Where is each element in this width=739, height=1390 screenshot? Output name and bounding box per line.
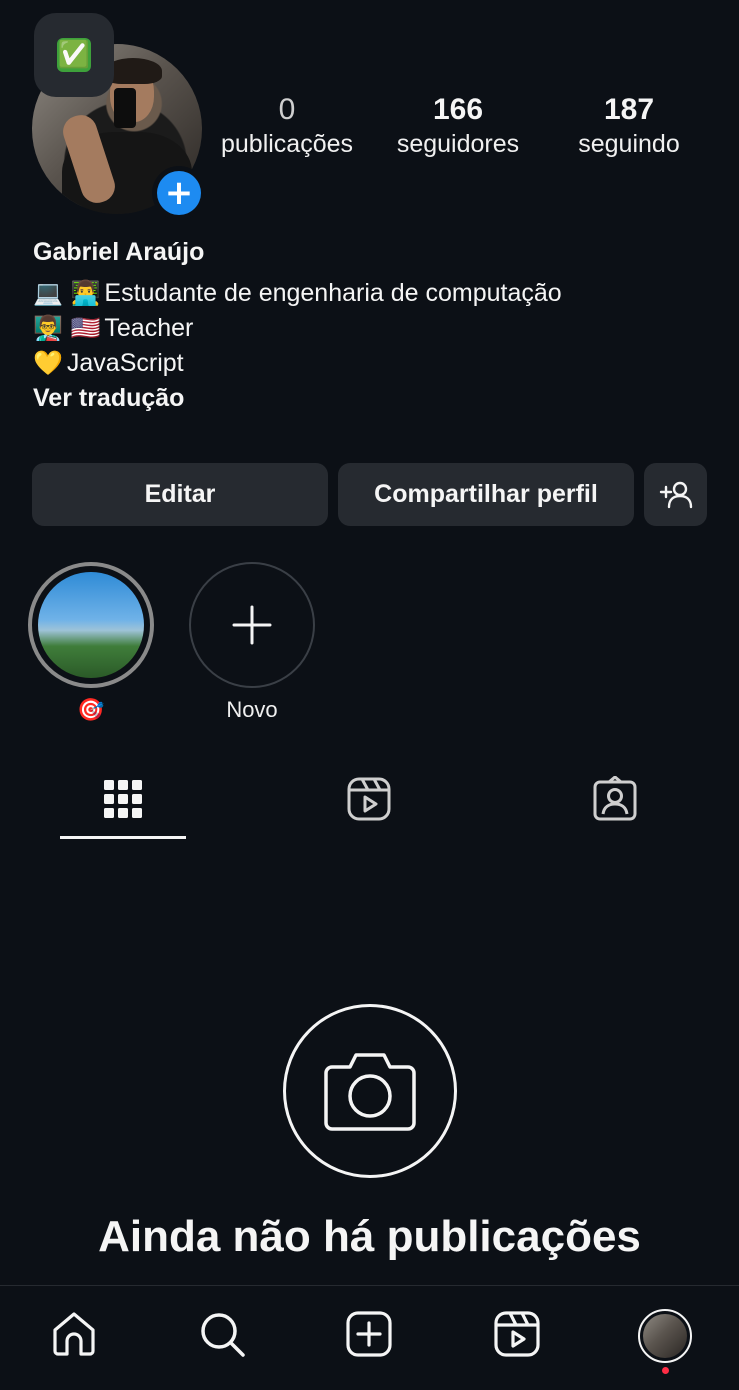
create-icon[interactable] (345, 1310, 393, 1358)
stat-followers-label: seguidores (396, 130, 520, 158)
nav-avatar-image (643, 1314, 687, 1358)
empty-posts-title: Ainda não há publicações (98, 1212, 641, 1261)
bio-text: Teacher (104, 314, 194, 342)
new-highlight-button[interactable] (189, 562, 315, 688)
search-icon[interactable] (198, 1310, 246, 1358)
avatar-photo-phone (114, 88, 136, 128)
stat-followers[interactable]: 166 seguidores (378, 92, 538, 160)
profile-name: Gabriel Araújo (33, 238, 205, 266)
highlight-label: 🎯 (77, 697, 105, 722)
bio-line-1: 💻 👨‍💻 Estudante de engenharia de computa… (33, 276, 562, 311)
stat-posts-label: publicações (220, 130, 354, 158)
add-story-button[interactable]: + (152, 166, 206, 220)
plus-icon: + (157, 171, 201, 215)
profile-note[interactable]: ✅ (34, 13, 114, 97)
teacher-flag-emoji-icon: 👨‍🏫 🇺🇸 (33, 314, 101, 342)
edit-profile-button[interactable]: Editar (32, 463, 328, 526)
discover-people-button[interactable] (644, 463, 707, 526)
story-highlight[interactable] (28, 562, 154, 688)
active-tab-indicator (60, 836, 186, 839)
plus-icon (232, 605, 272, 645)
stat-posts-value: 0 (278, 93, 296, 126)
camera-icon (324, 1053, 416, 1131)
home-icon[interactable] (50, 1310, 98, 1358)
reels-icon[interactable] (346, 776, 392, 822)
camera-placeholder (283, 1004, 457, 1178)
highlight-cover-image (38, 572, 144, 678)
bio-text: Estudante de engenharia de computação (104, 279, 562, 307)
check-mark-icon: ✅ (57, 38, 91, 72)
stat-following[interactable]: 187 seguindo (554, 92, 704, 160)
bio-line-3: 💛 JavaScript (33, 346, 184, 381)
yellow-heart-emoji-icon: 💛 (33, 349, 63, 377)
bio-text: JavaScript (66, 349, 184, 377)
stat-following-label: seguindo (578, 130, 680, 158)
reels-nav-icon[interactable] (493, 1310, 541, 1358)
stat-posts[interactable]: 0 publicações (208, 92, 366, 160)
notification-dot (662, 1367, 669, 1374)
new-highlight-label: Novo (226, 697, 278, 722)
laptop-technologist-emoji-icon: 💻 👨‍💻 (33, 279, 101, 307)
bio-line-2: 👨‍🏫 🇺🇸 Teacher (33, 311, 193, 346)
tagged-icon[interactable] (592, 776, 638, 822)
share-profile-button[interactable]: Compartilhar perfil (338, 463, 634, 526)
see-translation-link[interactable]: Ver tradução (33, 384, 184, 413)
add-person-icon (659, 481, 692, 508)
grid-icon[interactable] (100, 776, 146, 822)
profile-nav-avatar[interactable] (638, 1309, 692, 1363)
stat-following-value: 187 (603, 93, 655, 126)
stat-followers-value: 166 (432, 93, 484, 126)
